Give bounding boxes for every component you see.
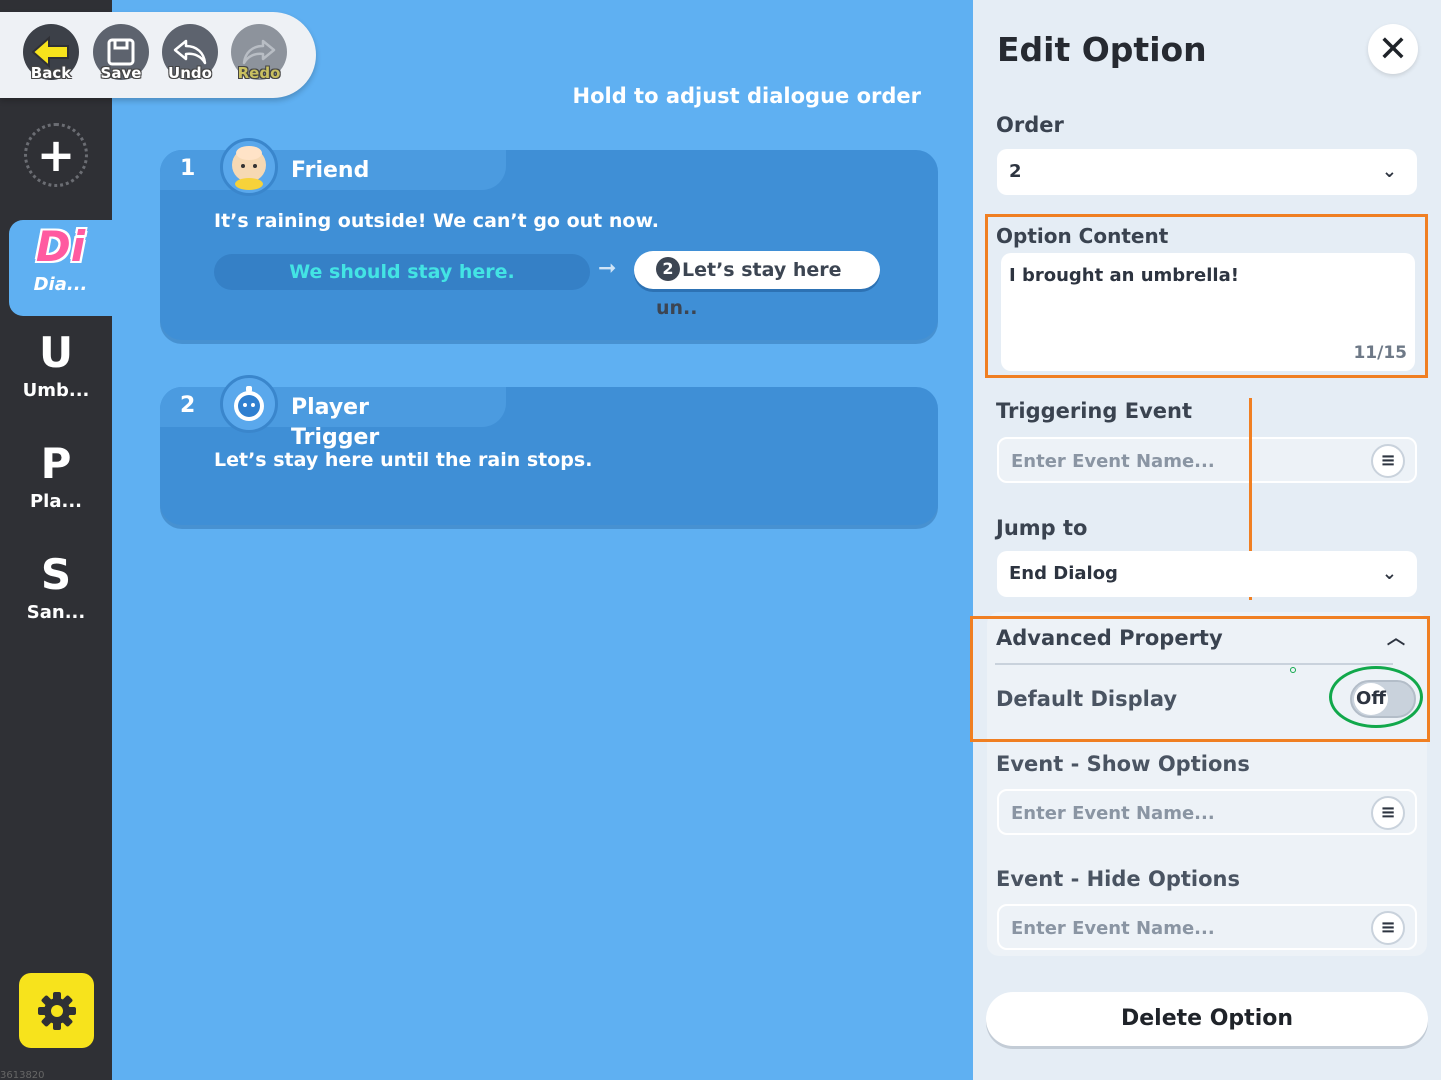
- sidebar-item-label: San...: [26, 602, 86, 623]
- sidebar-item-label: Dia...: [33, 274, 88, 295]
- panel-title: Edit Option: [997, 30, 1207, 69]
- reorder-hint: Hold to adjust dialogue order: [572, 84, 922, 108]
- close-button[interactable]: ✕: [1368, 24, 1418, 74]
- back-label: Back: [30, 64, 72, 82]
- sidebar-item-san[interactable]: S San...: [0, 548, 112, 644]
- delete-option-button[interactable]: Delete Option: [986, 992, 1428, 1046]
- next-dialogue-number: 2: [656, 256, 680, 281]
- triggering-event-input[interactable]: Enter Event Name... ≡: [997, 437, 1417, 483]
- redo-icon: [242, 39, 276, 65]
- edit-option-panel: Edit Option ✕ Order 2 ⌄ Option Content I…: [970, 0, 1441, 1080]
- arrow-right-icon: ➞: [598, 256, 617, 281]
- sidebar-item-player[interactable]: P Pla...: [0, 437, 112, 533]
- add-dialogue-button[interactable]: +: [24, 123, 88, 187]
- player-trigger-icon: [234, 386, 264, 421]
- show-options-event-input[interactable]: Enter Event Name... ≡: [997, 789, 1417, 835]
- triggering-event-placeholder: Enter Event Name...: [1011, 451, 1215, 472]
- sidebar-item-letter: P: [40, 439, 72, 488]
- order-label: Order: [996, 113, 1064, 137]
- dialogue-number: 1: [180, 156, 196, 181]
- menu-icon: ≡: [1380, 802, 1396, 823]
- undo-label: Undo: [168, 64, 212, 82]
- sidebar-item-label: Umb...: [22, 380, 90, 401]
- dialogue-text: Let’s stay here until the rain stops.: [214, 449, 593, 471]
- hide-options-label: Event - Hide Options: [996, 867, 1240, 891]
- undo-button[interactable]: Undo: [160, 24, 220, 98]
- toggle-highlight-ring: [1329, 666, 1423, 728]
- hide-options-event-input[interactable]: Enter Event Name... ≡: [997, 904, 1417, 950]
- order-value: 2: [1009, 161, 1022, 182]
- gear-icon: [37, 991, 76, 1030]
- player-avatar: [220, 375, 278, 433]
- annotation-dot: [1290, 667, 1296, 673]
- jump-to-label: Jump to: [996, 516, 1088, 540]
- dialogue-option[interactable]: We should stay here.: [214, 254, 590, 290]
- menu-icon: ≡: [1380, 917, 1396, 938]
- event-list-button[interactable]: ≡: [1371, 444, 1405, 478]
- character-counter: 11/15: [1353, 343, 1407, 363]
- friend-avatar: [220, 138, 278, 196]
- chevron-down-icon: ⌄: [1381, 161, 1397, 182]
- dialogue-number: 2: [180, 393, 196, 418]
- show-options-label: Event - Show Options: [996, 752, 1250, 776]
- save-icon: [107, 38, 135, 66]
- triggering-event-label: Triggering Event: [996, 399, 1192, 423]
- event-list-button[interactable]: ≡: [1371, 911, 1405, 945]
- left-sidebar: + Di Dia... U Umb... P Pla... S San... 3…: [0, 0, 112, 1080]
- event-list-button[interactable]: ≡: [1371, 796, 1405, 830]
- save-button[interactable]: Save: [91, 24, 151, 98]
- dialogue-text: It’s raining outside! We can’t go out no…: [214, 210, 660, 232]
- chevron-down-icon: ⌄: [1381, 563, 1397, 584]
- sidebar-item-label: Pla...: [29, 491, 83, 512]
- sidebar-item-dialogue[interactable]: Di Dia...: [9, 220, 112, 316]
- sidebar-item-letter: Di: [35, 222, 86, 271]
- order-select[interactable]: 2 ⌄: [997, 149, 1417, 195]
- plus-icon: +: [36, 128, 76, 182]
- redo-label: Redo: [237, 64, 281, 82]
- hide-options-placeholder: Enter Event Name...: [1011, 918, 1215, 939]
- build-id-text: 3613820: [0, 1070, 45, 1080]
- menu-icon: ≡: [1380, 450, 1396, 471]
- sidebar-item-letter: S: [40, 550, 72, 599]
- jump-to-value: End Dialog: [1009, 563, 1118, 584]
- speaker-name: Player: [291, 395, 369, 420]
- show-options-placeholder: Enter Event Name...: [1011, 803, 1215, 824]
- next-dialogue-link[interactable]: 2 Let’s stay here un..: [634, 251, 880, 319]
- dialogue-card-2[interactable]: 2 Player Trigger Let’s stay here until t…: [160, 375, 938, 525]
- friend-character-icon: [232, 146, 266, 190]
- speaker-name: Friend: [291, 158, 370, 183]
- option-content-value: I brought an umbrella!: [1009, 265, 1239, 286]
- next-dialogue-text: Let’s stay here un..: [656, 259, 842, 319]
- close-icon: ✕: [1377, 28, 1409, 70]
- sidebar-item-letter: U: [38, 328, 74, 377]
- top-toolbar: Back Save Undo Redo: [0, 12, 316, 98]
- redo-button[interactable]: Redo: [229, 24, 289, 98]
- undo-icon: [173, 39, 207, 65]
- settings-button[interactable]: [19, 973, 94, 1048]
- sidebar-item-umbrella[interactable]: U Umb...: [0, 326, 112, 422]
- option-content-textarea[interactable]: I brought an umbrella! 11/15: [1001, 253, 1415, 371]
- option-content-label: Option Content: [996, 224, 1169, 248]
- jump-to-select[interactable]: End Dialog ⌄: [997, 551, 1417, 597]
- dialogue-card-1[interactable]: 1 Friend It’s raining outside! We can’t …: [160, 138, 938, 340]
- save-label: Save: [100, 64, 142, 82]
- back-button[interactable]: Back: [21, 24, 81, 98]
